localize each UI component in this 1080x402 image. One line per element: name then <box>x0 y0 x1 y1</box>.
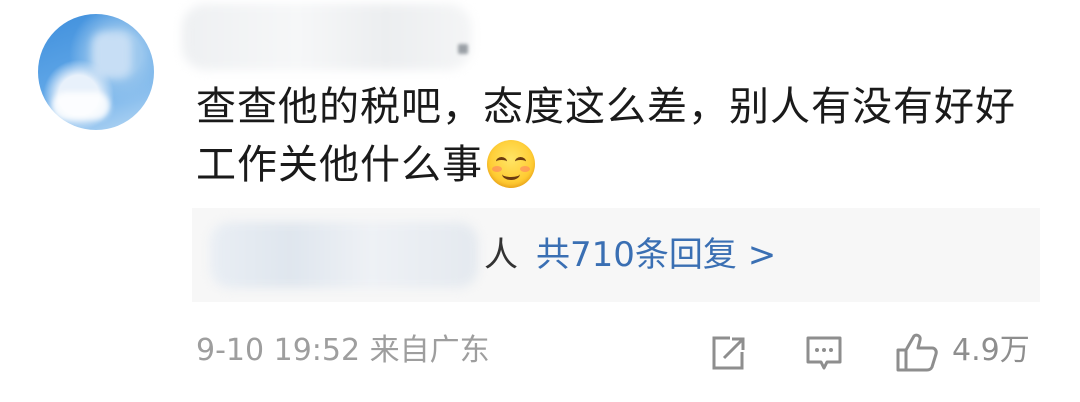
reply-author-redacted <box>210 222 478 288</box>
avatar-cloud-2 <box>92 32 132 78</box>
username-mark <box>458 44 468 54</box>
share-icon <box>712 336 745 370</box>
avatar[interactable] <box>38 14 154 130</box>
thumbs-up-icon <box>896 333 938 372</box>
reply-name-suffix: 人 <box>484 235 518 275</box>
share-button[interactable] <box>708 330 748 374</box>
comment-button[interactable] <box>804 330 844 374</box>
like-button[interactable]: 4.9万 <box>894 330 1044 374</box>
reply-preview-box[interactable]: 人共710条回复 > <box>192 208 1040 302</box>
timestamp-location: 9-10 19:52 来自广东 <box>196 333 490 368</box>
reply-summary[interactable]: 人共710条回复 > <box>484 232 776 278</box>
username-redacted[interactable] <box>182 4 472 70</box>
comment-line-2-text: 工作关他什么事 <box>196 142 483 188</box>
like-count: 4.9万 <box>952 333 1030 368</box>
comment-line-1: 查查他的税吧，态度这么差，别人有没有好好 <box>196 84 1016 130</box>
comment-body: 查查他的税吧，态度这么差，别人有没有好好 工作关他什么事 <box>196 78 1056 194</box>
comment-icon <box>806 336 842 370</box>
comment-line-2: 工作关他什么事 <box>196 136 1056 194</box>
comment-footer: 9-10 19:52 来自广东 4.9万 <box>196 330 1046 374</box>
reply-count-link[interactable]: 共710条回复 > <box>536 235 776 275</box>
avatar-cloud <box>52 92 110 120</box>
smiling-face-emoji-icon <box>487 140 535 188</box>
